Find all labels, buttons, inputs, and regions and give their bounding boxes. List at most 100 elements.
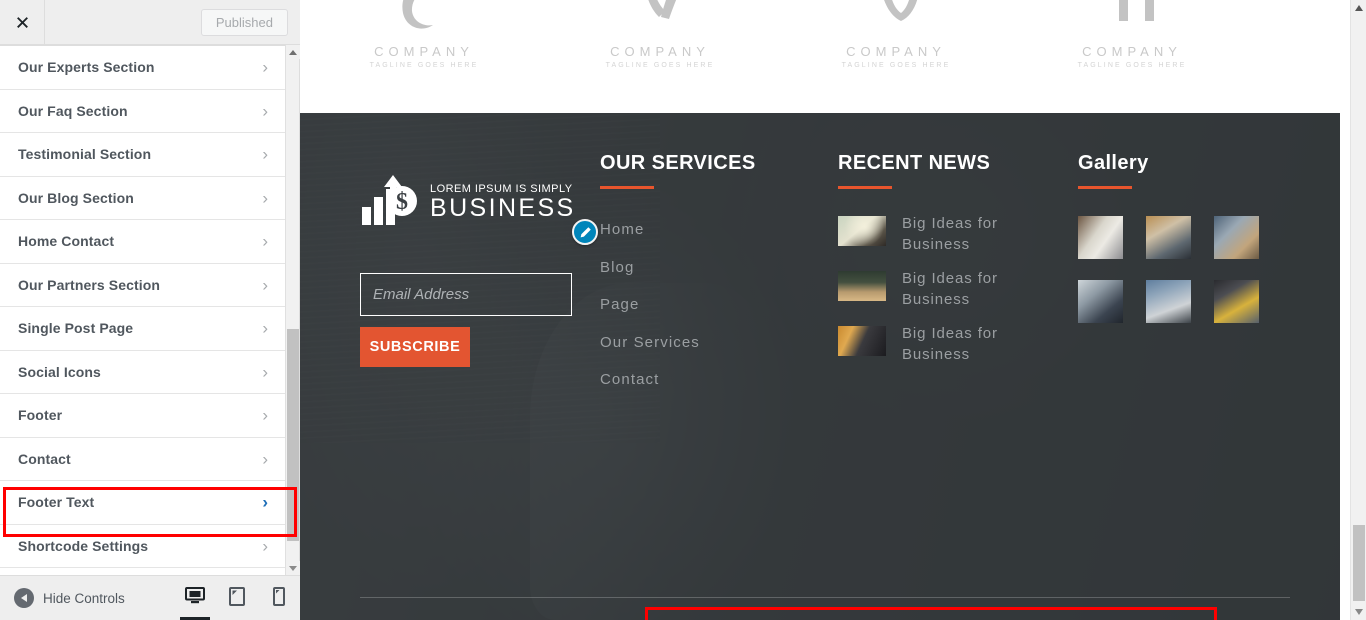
news-list-item[interactable]: Big Ideas for Business [838,323,1073,365]
svg-text:$: $ [396,189,408,215]
client-logo: COMPANY TAGLINE GOES HERE [542,0,778,113]
footer-link-page[interactable]: Page [600,286,835,324]
customizer-sidebar: Published Our Experts Section › Our Faq … [0,0,300,620]
scroll-up-arrow-icon[interactable] [286,45,300,59]
chevron-right-icon: › [262,57,268,77]
news-list-item[interactable]: Big Ideas for Business [838,268,1073,310]
gallery-thumbnail[interactable] [1078,280,1123,323]
client-logo-tagline: TAGLINE GOES HERE [605,62,715,69]
footer-link-our-services[interactable]: Our Services [600,324,835,362]
chevron-right-icon: › [262,492,268,512]
chevron-right-icon: › [262,449,268,469]
sidebar-item-footer-text[interactable]: Footer Text › [0,481,286,525]
sidebar-item-our-partners-section[interactable]: Our Partners Section › [0,263,286,307]
gallery-thumbnail[interactable] [1146,216,1191,259]
chevron-right-icon: › [262,231,268,251]
panel-item-label: Footer [18,407,63,424]
tablet-icon [229,586,245,606]
widget-title-services: OUR SERVICES [600,152,756,174]
scroll-down-arrow-icon[interactable] [1351,604,1366,620]
footer-brand-widget: $ LOREM IPSUM IS SIMPLY BUSINESS SUBSCRI… [360,173,575,367]
client-logo-tagline: TAGLINE GOES HERE [841,62,951,69]
desktop-icon [185,587,205,604]
publish-button[interactable]: Published [200,8,288,36]
chevron-right-icon: › [262,275,268,295]
device-mobile-button[interactable] [258,576,300,620]
email-address-input[interactable] [360,273,572,316]
gallery-thumbnail[interactable] [1078,216,1123,259]
panel-item-label: Single Post Page [18,320,134,337]
panel-item-label: Social Icons [18,363,101,380]
panel-item-label: Footer Text [18,494,95,511]
client-logo-name: COMPANY [1082,44,1182,59]
sidebar-scrollbar[interactable] [285,45,300,575]
subscribe-button[interactable]: SUBSCRIBE [360,327,470,367]
gallery-thumbnail[interactable] [1214,280,1259,323]
sidebar-scrollbar-thumb[interactable] [287,329,299,541]
close-x-icon[interactable] [0,0,45,44]
client-logos-strip: COMPANY TAGLINE GOES HERE COMPANY TAGLIN… [300,0,1350,113]
client-logo-tagline: TAGLINE GOES HERE [1077,62,1187,69]
device-desktop-button[interactable] [174,576,216,620]
chevron-right-icon: › [262,101,268,121]
pencil-edit-icon[interactable] [572,219,598,245]
news-thumbnail [838,271,886,301]
scroll-up-arrow-icon[interactable] [1351,0,1366,16]
news-thumbnail [838,216,886,246]
customizer-footer-controls: Hide Controls [0,575,300,620]
logo-mark-a-icon [384,0,464,40]
scroll-down-arrow-icon[interactable] [286,561,300,575]
browser-scrollbar[interactable] [1350,0,1366,620]
footer-services-widget: OUR SERVICES Home Blog Page Our Services… [572,152,835,399]
panel-item-label: Our Partners Section [18,276,161,293]
sidebar-item-social-icons[interactable]: Social Icons › [0,350,286,394]
logo-mark-h-icon [1092,0,1172,40]
panel-item-label: Shortcode Settings [18,537,149,554]
chevron-right-icon: › [262,405,268,425]
client-logo-tagline: TAGLINE GOES HERE [369,62,479,69]
client-logo-name: COMPANY [374,44,474,59]
sidebar-item-single-post-page[interactable]: Single Post Page › [0,307,286,351]
widget-title-gallery: Gallery [1078,152,1149,174]
sidebar-item-our-experts-section[interactable]: Our Experts Section › [0,46,286,90]
title-underline [838,186,892,189]
customizer-panel-list: Our Experts Section › Our Faq Section › … [0,45,286,575]
footer-link-contact[interactable]: Contact [600,361,835,399]
footer-services-menu: Home Blog Page Our Services Contact [572,211,835,399]
client-logo: COMPANY TAGLINE GOES HERE [1014,0,1250,113]
footer-link-home[interactable]: Home [600,211,835,249]
sidebar-item-our-blog-section[interactable]: Our Blog Section › [0,176,286,220]
footer-divider [360,597,1290,598]
sidebar-item-testimonial-section[interactable]: Testimonial Section › [0,133,286,177]
mobile-icon [273,586,285,606]
news-list-item[interactable]: Big Ideas for Business [838,213,1073,255]
panel-item-label: Testimonial Section [18,146,152,163]
device-tablet-button[interactable] [216,576,258,620]
footer-gallery-widget: Gallery [1078,153,1308,323]
gallery-thumbnail[interactable] [1214,216,1259,259]
panel-item-label: Home Contact [18,233,115,250]
sidebar-item-footer[interactable]: Footer › [0,394,286,438]
sidebar-item-contact[interactable]: Contact › [0,437,286,481]
panel-item-label: Contact [18,450,71,467]
footer-recent-news-widget: RECENT NEWS Big Ideas for Business Big I… [838,153,1073,378]
collapse-arrow-icon [14,588,34,608]
news-item-title[interactable]: Big Ideas for Business [902,213,1030,255]
sidebar-item-shortcode-settings[interactable]: Shortcode Settings › [0,524,286,568]
scrollbar-thumb[interactable] [1353,525,1365,601]
news-item-title[interactable]: Big Ideas for Business [902,268,1030,310]
preview-right-gutter [1340,0,1350,620]
news-item-title[interactable]: Big Ideas for Business [902,323,1030,365]
chevron-right-icon: › [262,362,268,382]
sidebar-item-our-faq-section[interactable]: Our Faq Section › [0,89,286,133]
logo-mark-o-icon [856,0,936,40]
sidebar-item-home-contact[interactable]: Home Contact › [0,220,286,264]
gallery-thumbnail[interactable] [1146,280,1191,323]
footer-logo: $ LOREM IPSUM IS SIMPLY BUSINESS [360,173,575,231]
hide-controls-label: Hide Controls [43,590,125,606]
bar-chart-dollar-icon: $ [360,173,422,231]
client-logo: COMPANY TAGLINE GOES HERE [778,0,1014,113]
client-logo-name: COMPANY [610,44,710,59]
hide-controls-button[interactable]: Hide Controls [0,588,125,608]
footer-link-blog[interactable]: Blog [600,249,835,287]
